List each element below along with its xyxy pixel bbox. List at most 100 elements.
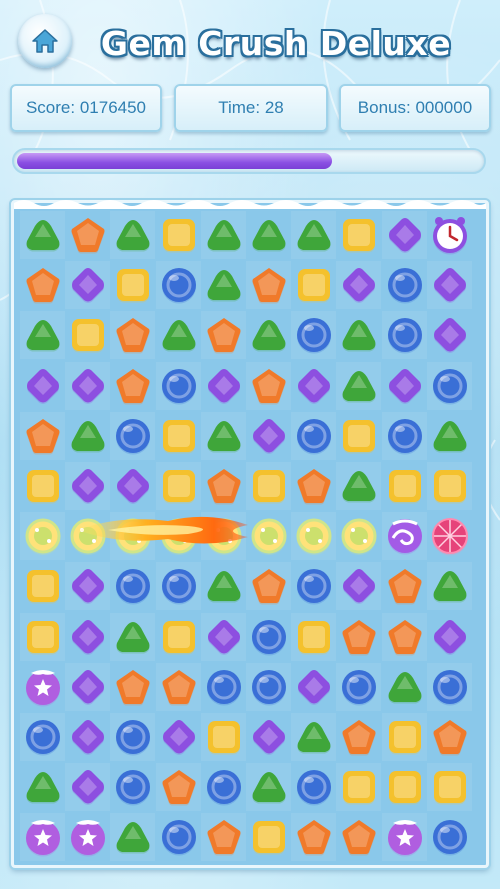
board-cell[interactable]: [246, 763, 291, 812]
board-cell[interactable]: [155, 261, 201, 310]
orange-gem[interactable]: [339, 617, 379, 657]
board-cell[interactable]: [200, 713, 246, 761]
orange-gem[interactable]: [113, 315, 153, 355]
board-cell[interactable]: [65, 462, 111, 510]
swirl-gem[interactable]: [385, 516, 425, 556]
yellow-gem[interactable]: [385, 466, 425, 506]
board-cell[interactable]: [427, 412, 472, 460]
game-board[interactable]: [11, 200, 489, 868]
yellow-gem[interactable]: [385, 717, 425, 757]
board-cell[interactable]: [427, 713, 472, 761]
board-cell[interactable]: [382, 261, 427, 309]
board-cell[interactable]: [381, 211, 427, 259]
board-cell[interactable]: [65, 211, 110, 259]
purple-gem[interactable]: [204, 366, 244, 406]
orange-gem[interactable]: [23, 416, 63, 456]
board-cell[interactable]: [200, 211, 246, 259]
board-cell[interactable]: [246, 613, 291, 661]
board-cell[interactable]: [110, 462, 155, 510]
clock-bonus[interactable]: [430, 215, 470, 255]
yellow-gem[interactable]: [339, 416, 379, 456]
purple-gem[interactable]: [68, 566, 108, 606]
board-cell[interactable]: [20, 763, 65, 811]
green-gem[interactable]: [294, 717, 334, 757]
purple-gem[interactable]: [385, 215, 425, 255]
board-cell[interactable]: [246, 813, 291, 861]
board-cell[interactable]: [291, 362, 336, 410]
yellow-gem[interactable]: [294, 617, 334, 657]
flame-gem[interactable]: [204, 516, 244, 556]
board-cell[interactable]: [427, 211, 472, 259]
board-cell[interactable]: [336, 763, 382, 812]
yellow-gem[interactable]: [159, 466, 199, 506]
yellow-gem[interactable]: [294, 265, 334, 305]
board-cell[interactable]: [201, 763, 246, 811]
board-cell[interactable]: [336, 261, 382, 310]
board-cell[interactable]: [336, 713, 381, 761]
board-cell[interactable]: [20, 512, 65, 561]
orange-gem[interactable]: [204, 466, 244, 506]
green-gem[interactable]: [68, 416, 108, 456]
purple-gem[interactable]: [68, 265, 108, 305]
purple-gem[interactable]: [68, 667, 108, 707]
board-cell[interactable]: [156, 613, 201, 661]
board-cell[interactable]: [65, 512, 110, 560]
board-cell[interactable]: [110, 211, 156, 259]
purple-gem[interactable]: [339, 265, 379, 305]
board-cell[interactable]: [65, 613, 110, 661]
board-cell[interactable]: [155, 763, 201, 812]
board-cell[interactable]: [246, 311, 291, 359]
board-cell[interactable]: [65, 412, 110, 460]
board-cell[interactable]: [291, 261, 336, 309]
board-cell[interactable]: [65, 763, 111, 812]
green-gem[interactable]: [339, 366, 379, 406]
yellow-gem[interactable]: [204, 717, 244, 757]
flame-gem[interactable]: [249, 516, 289, 556]
board-cell[interactable]: [291, 211, 337, 259]
purple-gem[interactable]: [430, 265, 470, 305]
board-cell[interactable]: [291, 311, 337, 360]
blue-gem[interactable]: [249, 617, 289, 657]
board-cell[interactable]: [201, 261, 246, 309]
purple-gem[interactable]: [68, 617, 108, 657]
orange-gem[interactable]: [339, 817, 379, 857]
blue-gem[interactable]: [113, 717, 153, 757]
board-cell[interactable]: [382, 763, 427, 811]
board-cell[interactable]: [291, 612, 337, 661]
green-gem[interactable]: [249, 767, 289, 807]
blue-gem[interactable]: [430, 817, 470, 857]
purple-gem[interactable]: [249, 717, 289, 757]
purple-gem[interactable]: [113, 466, 153, 506]
board-cell[interactable]: [65, 311, 110, 359]
board-cell[interactable]: [382, 663, 427, 711]
board-cell[interactable]: [156, 713, 201, 761]
yellow-gem[interactable]: [159, 416, 199, 456]
purple-gem[interactable]: [430, 315, 470, 355]
board-cell[interactable]: [427, 311, 472, 359]
yellow-gem[interactable]: [430, 466, 470, 506]
blue-gem[interactable]: [23, 717, 63, 757]
flame-gem[interactable]: [68, 516, 108, 556]
blue-gem[interactable]: [385, 265, 425, 305]
blue-gem[interactable]: [113, 416, 153, 456]
purple-gem[interactable]: [68, 466, 108, 506]
board-cell[interactable]: [336, 512, 381, 560]
board-cell[interactable]: [291, 663, 336, 711]
orange-gem[interactable]: [294, 466, 334, 506]
blue-gem[interactable]: [204, 767, 244, 807]
board-cell[interactable]: [246, 662, 291, 711]
board-cell[interactable]: [65, 813, 110, 861]
board-cell[interactable]: [427, 813, 472, 861]
board-cell[interactable]: [426, 361, 472, 410]
blue-gem[interactable]: [159, 817, 199, 857]
purple-gem[interactable]: [385, 366, 425, 406]
board-cell[interactable]: [110, 512, 156, 561]
board-cell[interactable]: [291, 813, 337, 862]
board-cell[interactable]: [336, 613, 381, 661]
yellow-gem[interactable]: [430, 767, 470, 807]
board-cell[interactable]: [336, 412, 381, 460]
board-cell[interactable]: [381, 813, 427, 862]
board-cell[interactable]: [246, 562, 291, 611]
star-gem[interactable]: [23, 667, 63, 707]
board-cell[interactable]: [110, 763, 155, 811]
